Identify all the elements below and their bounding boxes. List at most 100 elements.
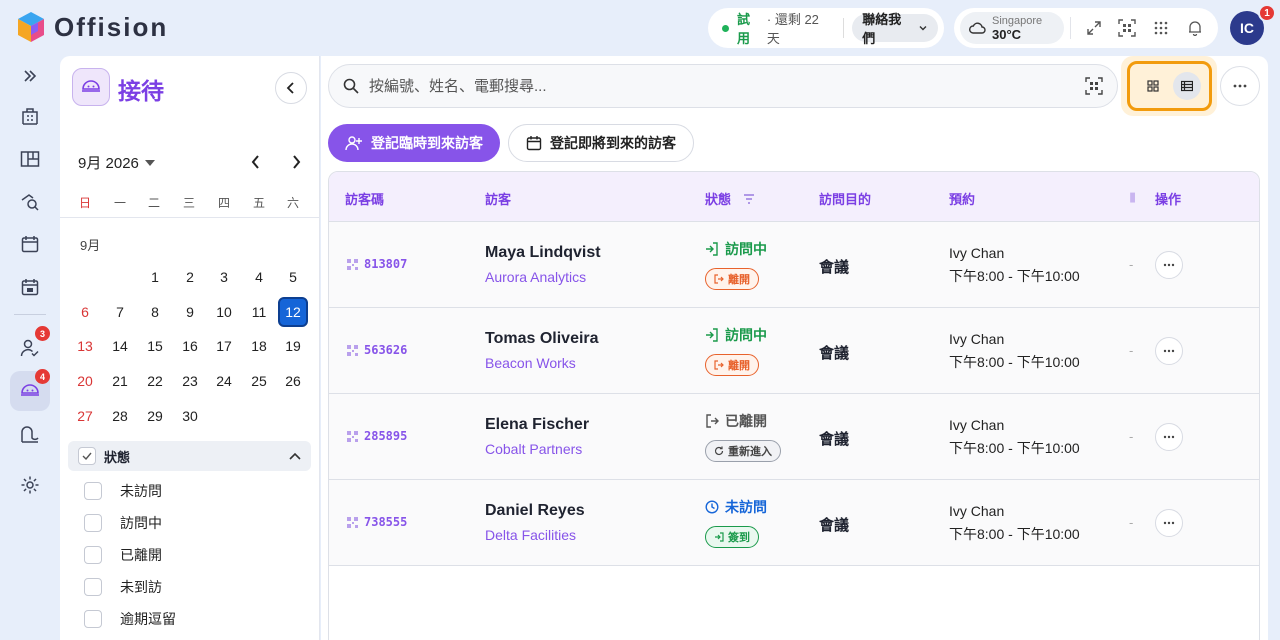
calendar-day[interactable]: 23 bbox=[175, 366, 205, 396]
nav-reception[interactable]: 4 bbox=[10, 369, 50, 411]
calendar-day[interactable]: 20 bbox=[70, 366, 100, 396]
table-row[interactable]: 563626 Tomas Oliveira Beacon Works 訪問中 離開 會議 I… bbox=[329, 308, 1259, 394]
more-options-button[interactable] bbox=[1220, 66, 1260, 106]
status-filter-checkbox[interactable] bbox=[84, 514, 102, 532]
visitor-code[interactable]: 813807 bbox=[347, 257, 407, 271]
qr-scan-button[interactable] bbox=[1110, 11, 1144, 45]
row-more-button[interactable] bbox=[1155, 423, 1183, 451]
calendar-day[interactable]: 5 bbox=[278, 262, 308, 292]
status-filter-checkbox[interactable] bbox=[84, 546, 102, 564]
nav-visitor-checkin[interactable]: 3 bbox=[10, 326, 50, 368]
calendar-day[interactable]: 22 bbox=[140, 366, 170, 396]
calendar-day[interactable]: 19 bbox=[278, 331, 308, 361]
table-row[interactable]: 813807 Maya Lindqvist Aurora Analytics 訪問中離… bbox=[329, 222, 1259, 308]
calendar-day[interactable]: 1 bbox=[140, 262, 170, 292]
status-filter-option[interactable]: 未到訪 bbox=[84, 577, 162, 597]
expand-sidebar-button[interactable] bbox=[10, 56, 50, 96]
calendar-day[interactable]: 21 bbox=[105, 366, 135, 396]
nav-floorplan[interactable] bbox=[10, 139, 50, 179]
calendar-day[interactable]: 30 bbox=[175, 401, 205, 431]
nav-analytics[interactable] bbox=[10, 414, 50, 454]
calendar-day[interactable]: 9 bbox=[175, 297, 205, 327]
month-selector[interactable]: 9月 2026 bbox=[78, 152, 155, 173]
calendar-day[interactable]: 14 bbox=[105, 331, 135, 361]
contact-us-button[interactable]: 聯絡我們 bbox=[852, 12, 939, 46]
status-filter-header[interactable]: 狀態 bbox=[68, 441, 311, 471]
leave-button[interactable]: 離開 bbox=[705, 268, 759, 290]
visitor-code-value: 563626 bbox=[364, 343, 408, 357]
calendar-day[interactable]: 27 bbox=[70, 401, 100, 431]
row-more-button[interactable] bbox=[1155, 509, 1183, 537]
table-row[interactable]: 285895 Elena Fischer Cobalt Partners 已離開 重新進… bbox=[329, 394, 1259, 480]
visitor-code[interactable]: 738555 bbox=[347, 515, 407, 529]
calendar-day[interactable]: 29 bbox=[140, 401, 170, 431]
row-more-button[interactable] bbox=[1155, 251, 1183, 279]
status-filter-checkbox[interactable] bbox=[84, 610, 102, 628]
calendar-day[interactable]: 3 bbox=[209, 262, 239, 292]
calendar-day[interactable]: 10 bbox=[209, 297, 239, 327]
filter-icon[interactable] bbox=[743, 193, 755, 204]
status-filter-checkbox[interactable] bbox=[84, 578, 102, 596]
status-filter-option[interactable]: 未訪問 bbox=[84, 481, 162, 501]
column-header-visitor[interactable]: 訪客 bbox=[485, 189, 511, 208]
app-logo[interactable]: Offision bbox=[16, 10, 168, 44]
calendar-day-selected[interactable]: 12 bbox=[278, 297, 308, 327]
nav-search-space[interactable] bbox=[10, 182, 50, 222]
calendar-day[interactable]: 16 bbox=[175, 331, 205, 361]
column-header-code[interactable]: 訪客碼 bbox=[345, 189, 384, 208]
column-header-status[interactable]: 狀態 bbox=[705, 189, 755, 208]
preregister-visitor-button[interactable]: 登記即將到來的訪客 bbox=[508, 124, 694, 162]
status-select-all-checkbox[interactable] bbox=[78, 447, 96, 465]
visitor-code[interactable]: 563626 bbox=[347, 343, 407, 357]
notifications-button[interactable] bbox=[1178, 11, 1212, 45]
grid-view-button[interactable] bbox=[1139, 72, 1167, 100]
nav-settings[interactable] bbox=[10, 465, 50, 505]
visitor-code[interactable]: 285895 bbox=[347, 429, 407, 443]
leave-button[interactable]: 離開 bbox=[705, 354, 759, 376]
visit-status: 未訪問 bbox=[705, 497, 767, 517]
collapse-panel-button[interactable] bbox=[275, 72, 307, 104]
visitor-name[interactable]: Tomas Oliveira bbox=[485, 330, 599, 348]
calendar-day[interactable]: 6 bbox=[70, 297, 100, 327]
next-month-button[interactable] bbox=[284, 150, 308, 174]
visitor-name[interactable]: Maya Lindqvist bbox=[485, 244, 601, 262]
calendar-day[interactable]: 13 bbox=[70, 331, 100, 361]
calendar-day[interactable]: 18 bbox=[244, 331, 274, 361]
calendar-day[interactable]: 17 bbox=[209, 331, 239, 361]
column-header-purpose[interactable]: 訪問目的 bbox=[819, 189, 871, 208]
status-filter-checkbox[interactable] bbox=[84, 482, 102, 500]
check-in-button[interactable]: 簽到 bbox=[705, 526, 759, 548]
apps-button[interactable] bbox=[1144, 11, 1178, 45]
calendar-day[interactable]: 2 bbox=[175, 262, 205, 292]
nav-building[interactable] bbox=[10, 96, 50, 136]
table-row[interactable]: 738555 Daniel Reyes Delta Facilities 未訪問 簽到 會… bbox=[329, 480, 1259, 566]
calendar-day[interactable]: 24 bbox=[209, 366, 239, 396]
fullscreen-button[interactable] bbox=[1077, 11, 1111, 45]
list-view-button[interactable] bbox=[1172, 72, 1201, 100]
status-filter-option[interactable]: 訪問中 bbox=[84, 513, 162, 533]
calendar-day[interactable]: 4 bbox=[244, 262, 274, 292]
prev-month-button[interactable] bbox=[244, 150, 268, 174]
calendar-day[interactable]: 25 bbox=[244, 366, 274, 396]
nav-badge: 4 bbox=[35, 369, 50, 384]
visitor-name[interactable]: Daniel Reyes bbox=[485, 502, 585, 520]
status-filter-option[interactable]: 已離開 bbox=[84, 545, 162, 565]
row-more-button[interactable] bbox=[1155, 337, 1183, 365]
calendar-day[interactable]: 28 bbox=[105, 401, 135, 431]
status-filter-option[interactable]: 逾期逗留 bbox=[84, 609, 176, 629]
calendar-day[interactable]: 8 bbox=[140, 297, 170, 327]
scan-qr-button[interactable] bbox=[1085, 77, 1103, 95]
weekday-label: 日 bbox=[78, 196, 91, 210]
search-input[interactable] bbox=[369, 77, 1075, 95]
weather-widget[interactable]: Singapore 30°C bbox=[960, 12, 1064, 44]
column-header-appointment[interactable]: 預約 bbox=[949, 189, 975, 208]
calendar-day[interactable]: 15 bbox=[140, 331, 170, 361]
nav-bookings[interactable] bbox=[10, 267, 50, 307]
calendar-day[interactable]: 11 bbox=[244, 297, 274, 327]
nav-calendar[interactable] bbox=[10, 224, 50, 264]
calendar-day[interactable]: 7 bbox=[105, 297, 135, 327]
reenter-button[interactable]: 重新進入 bbox=[705, 440, 781, 462]
register-walkin-visitor-button[interactable]: 登記臨時到來訪客 bbox=[328, 124, 500, 162]
calendar-day[interactable]: 26 bbox=[278, 366, 308, 396]
visitor-name[interactable]: Elena Fischer bbox=[485, 416, 589, 434]
